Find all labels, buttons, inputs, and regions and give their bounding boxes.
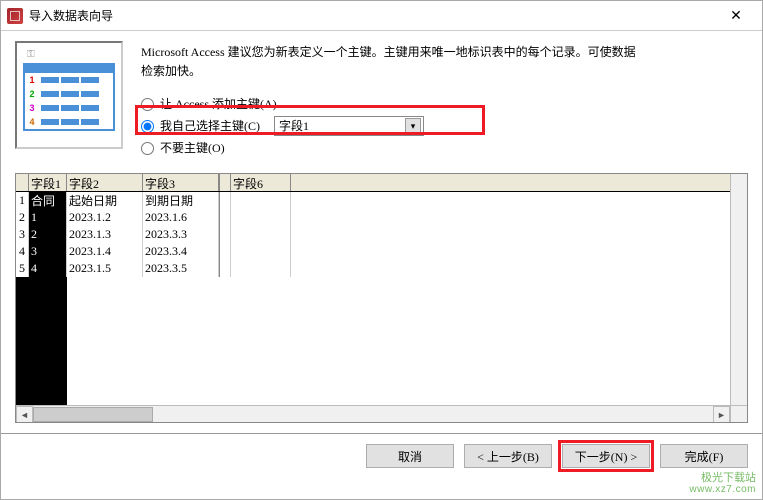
close-button[interactable]: ✕ — [716, 4, 756, 28]
row-number: 1 — [16, 192, 29, 209]
cancel-button[interactable]: 取消 — [366, 444, 454, 468]
watermark-line1: 极光下载站 — [689, 472, 756, 484]
cell-field6 — [231, 226, 291, 243]
cell-field1: 1 — [29, 209, 67, 226]
table-row[interactable]: 432023.1.42023.3.4 — [16, 243, 747, 260]
radio-no-key[interactable]: 不要主键(O) — [141, 137, 748, 159]
instruction-text-1: Microsoft Access 建议您为新表定义一个主键。主键用来唯一地标识表… — [141, 43, 748, 62]
cell-field2: 2023.1.5 — [67, 260, 143, 277]
table-row[interactable]: 1合同起始日期到期日期 — [16, 192, 747, 209]
radio-access-add-key[interactable]: 让 Access 添加主键(A) — [141, 93, 748, 115]
cell-field2: 起始日期 — [67, 192, 143, 209]
radio-input-1[interactable] — [141, 98, 154, 111]
table-row[interactable]: 322023.1.32023.3.3 — [16, 226, 747, 243]
cell-field2: 2023.1.2 — [67, 209, 143, 226]
titlebar: 导入数据表向导 ✕ — [1, 1, 762, 31]
cell-field2: 2023.1.3 — [67, 226, 143, 243]
row-number: 3 — [16, 226, 29, 243]
instruction-text-2: 检索加快。 — [141, 62, 748, 81]
key-field-dropdown[interactable]: 字段1 ▾ — [274, 116, 424, 136]
row-number: 5 — [16, 260, 29, 277]
horizontal-scrollbar[interactable]: ◄ ► — [16, 405, 730, 422]
row-number: 2 — [16, 209, 29, 226]
cell-sep — [219, 260, 231, 277]
cell-field1: 3 — [29, 243, 67, 260]
table-row[interactable]: 542023.1.52023.3.5 — [16, 260, 747, 277]
cell-field3: 2023.3.5 — [143, 260, 219, 277]
col-header-3[interactable]: 字段3 — [143, 174, 219, 191]
next-button[interactable]: 下一步(N) > — [562, 444, 650, 468]
cell-sep — [219, 209, 231, 226]
cell-field3: 到期日期 — [143, 192, 219, 209]
finish-button[interactable]: 完成(F) — [660, 444, 748, 468]
content-area: ⚿ 1 2 3 4 Microsoft Access 建议您为新表定义一个主键。… — [1, 31, 762, 423]
window-title: 导入数据表向导 — [29, 7, 716, 24]
col-separator — [219, 174, 231, 191]
col-header-1[interactable]: 字段1 — [29, 174, 67, 191]
row-number: 4 — [16, 243, 29, 260]
cell-field6 — [231, 209, 291, 226]
cell-field1: 4 — [29, 260, 67, 277]
radio-label-1: 让 Access 添加主键(A) — [160, 95, 277, 114]
instructions: Microsoft Access 建议您为新表定义一个主键。主键用来唯一地标识表… — [141, 41, 748, 159]
cell-field3: 2023.3.3 — [143, 226, 219, 243]
cell-field6 — [231, 260, 291, 277]
radio-label-2: 我自己选择主键(C) — [160, 117, 260, 136]
radio-input-2[interactable] — [141, 120, 154, 133]
app-icon — [7, 8, 23, 24]
cell-sep — [219, 192, 231, 209]
cell-field1: 2 — [29, 226, 67, 243]
footer: 取消 < 上一步(B) 下一步(N) > 完成(F) — [1, 434, 762, 478]
radio-label-3: 不要主键(O) — [160, 139, 225, 158]
col-header-2[interactable]: 字段2 — [67, 174, 143, 191]
cell-field6 — [231, 243, 291, 260]
dropdown-value: 字段1 — [279, 117, 309, 136]
cell-field6 — [231, 192, 291, 209]
row-number-header — [16, 174, 29, 191]
cell-field3: 2023.1.6 — [143, 209, 219, 226]
data-preview: 字段1 字段2 字段3 字段6 1合同起始日期到期日期212023.1.2202… — [15, 173, 748, 423]
cell-field1: 合同 — [29, 192, 67, 209]
vertical-scrollbar[interactable] — [730, 174, 747, 405]
chevron-down-icon[interactable]: ▾ — [405, 118, 421, 134]
watermark-line2: www.xz7.com — [689, 484, 756, 495]
scroll-thumb[interactable] — [33, 407, 153, 422]
table-row[interactable]: 212023.1.22023.1.6 — [16, 209, 747, 226]
scroll-corner — [730, 405, 747, 422]
wizard-illustration: ⚿ 1 2 3 4 — [15, 41, 123, 149]
radio-choose-key[interactable]: 我自己选择主键(C) 字段1 ▾ — [141, 115, 748, 137]
back-button[interactable]: < 上一步(B) — [464, 444, 552, 468]
watermark: 极光下载站 www.xz7.com — [689, 472, 756, 495]
grid-header: 字段1 字段2 字段3 字段6 — [16, 174, 747, 192]
primary-key-options: 让 Access 添加主键(A) 我自己选择主键(C) 字段1 ▾ 不要主键(O… — [141, 93, 748, 159]
radio-input-3[interactable] — [141, 142, 154, 155]
cell-field3: 2023.3.4 — [143, 243, 219, 260]
selected-column-fill — [16, 277, 67, 405]
col-header-6[interactable]: 字段6 — [231, 174, 291, 191]
wizard-dialog: 导入数据表向导 ✕ ⚿ 1 2 3 4 Microsoft Access 建议您… — [0, 0, 763, 500]
col-header-empty — [291, 174, 747, 191]
grid-body: 1合同起始日期到期日期212023.1.22023.1.6322023.1.32… — [16, 192, 747, 277]
cell-sep — [219, 226, 231, 243]
cell-sep — [219, 243, 231, 260]
cell-field2: 2023.1.4 — [67, 243, 143, 260]
scroll-track[interactable] — [33, 406, 713, 422]
scroll-left-icon[interactable]: ◄ — [16, 406, 33, 423]
scroll-right-icon[interactable]: ► — [713, 406, 730, 423]
key-icon: ⚿ — [27, 49, 35, 60]
